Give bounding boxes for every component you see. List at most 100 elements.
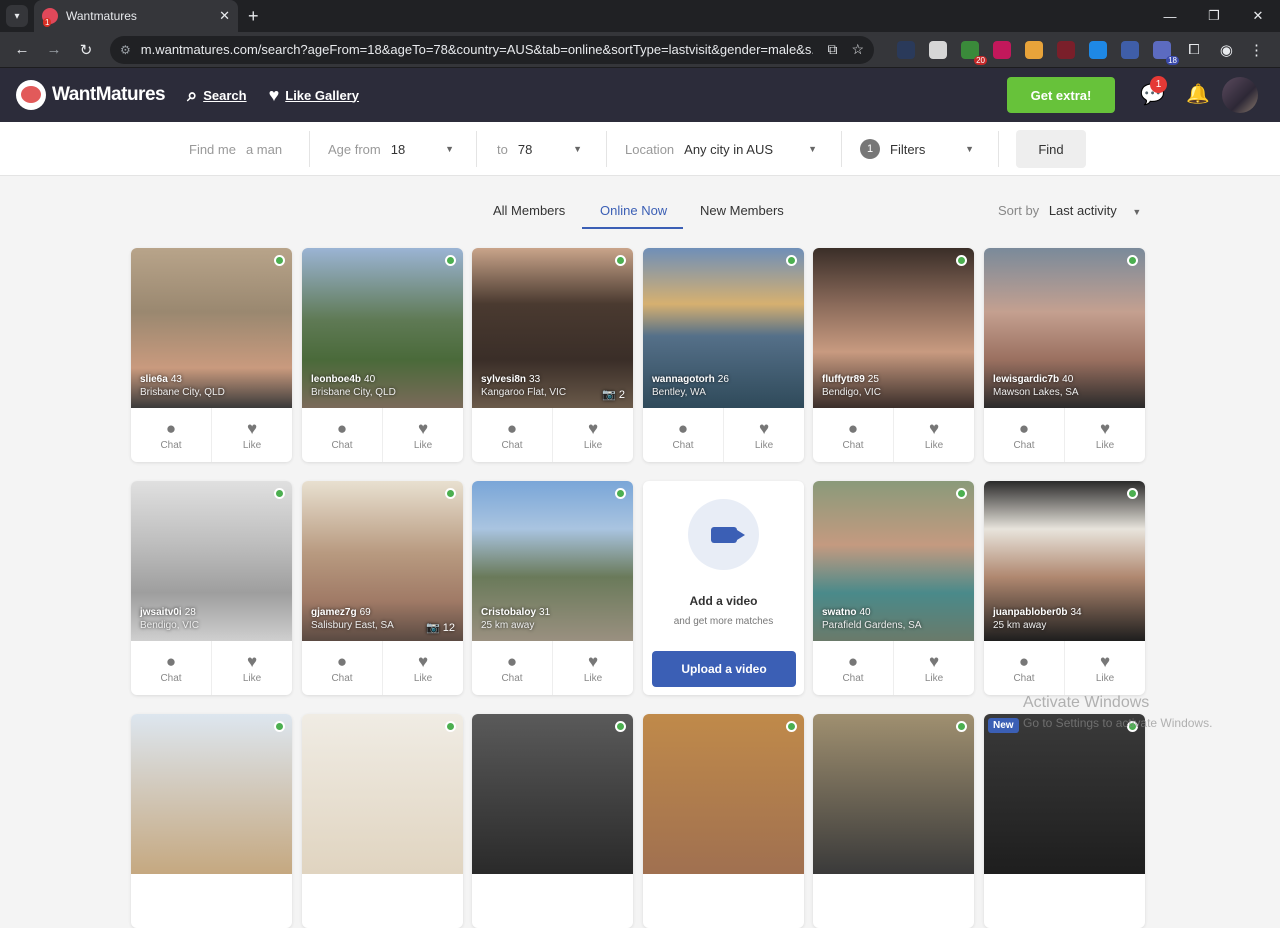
member-card[interactable] (131, 714, 292, 928)
member-photo[interactable]: sylvesi8n 33 Kangaroo Flat, VIC 📷 2 (472, 248, 633, 408)
forward-icon[interactable]: → (40, 36, 68, 64)
member-card[interactable]: jwsaitv0i 28 Bendigo, VIC ● Chat ♥ Like (131, 481, 292, 695)
browser-tab[interactable]: Wantmatures ✕ (34, 0, 238, 32)
member-card[interactable]: fluffytr89 25 Bendigo, VIC ● Chat ♥ Like (813, 248, 974, 462)
notifications-bell-icon[interactable]: 🔔 (1186, 82, 1210, 106)
search-icon[interactable]: ⌕ (187, 85, 197, 106)
back-icon[interactable]: ← (8, 36, 36, 64)
member-photo[interactable]: jwsaitv0i 28 Bendigo, VIC (131, 481, 292, 641)
like-button[interactable]: ♥ Like (893, 641, 974, 695)
member-photo[interactable]: slie6a 43 Brisbane City, QLD (131, 248, 292, 408)
extension-8-icon[interactable] (1121, 40, 1139, 59)
extension-5-icon[interactable] (1025, 40, 1043, 59)
tab-all-members[interactable]: All Members (493, 203, 565, 218)
member-card[interactable]: wannagotorh 26 Bentley, WA ● Chat ♥ Like (643, 248, 804, 462)
find-me-filter[interactable]: Find me a man (189, 122, 309, 176)
heart-icon[interactable]: ♥ (269, 85, 280, 106)
extension-9-icon[interactable]: 18 (1153, 40, 1179, 65)
like-button[interactable]: ♥ Like (382, 641, 463, 695)
like-button[interactable]: ♥ Like (552, 641, 633, 695)
tab-new-members[interactable]: New Members (700, 203, 784, 218)
like-button[interactable]: ♥ Like (723, 408, 804, 462)
like-button[interactable]: ♥ Like (1064, 641, 1145, 695)
extension-1-icon[interactable] (897, 40, 915, 59)
extensions-puzzle-icon[interactable]: ⧠ (1185, 41, 1203, 59)
member-name[interactable]: swatno 40 (822, 607, 871, 618)
member-name[interactable]: Cristobaloy 31 (481, 607, 550, 618)
chat-button[interactable]: ● Chat (472, 641, 552, 695)
member-card[interactable] (813, 714, 974, 928)
menu-kebab-icon[interactable]: ⋮ (1249, 41, 1264, 59)
member-photo[interactable]: wannagotorh 26 Bentley, WA (643, 248, 804, 408)
chat-button[interactable]: ● Chat (302, 641, 382, 695)
site-logo[interactable]: WantMatures (16, 80, 166, 110)
like-button[interactable]: ♥ Like (211, 408, 292, 462)
tab-online-now[interactable]: Online Now (600, 203, 667, 218)
bookmark-star-icon[interactable]: ☆ (851, 41, 864, 58)
nav-like-gallery-link[interactable]: Like Gallery (285, 88, 359, 103)
chat-button[interactable]: ● Chat (643, 408, 723, 462)
age-from-select[interactable]: Age from 18 ▼ (328, 122, 454, 176)
member-name[interactable]: fluffytr89 25 (822, 374, 879, 385)
chat-button[interactable]: ● Chat (131, 408, 211, 462)
member-card[interactable]: New (984, 714, 1145, 928)
member-photo[interactable]: juanpablober0b 34 25 km away (984, 481, 1145, 641)
extension-4-icon[interactable] (993, 40, 1011, 59)
nav-search-link[interactable]: Search (203, 88, 246, 103)
user-avatar[interactable] (1222, 77, 1258, 113)
get-extra-button[interactable]: Get extra! (1007, 77, 1115, 113)
new-tab-icon[interactable]: + (248, 6, 259, 27)
member-photo[interactable]: fluffytr89 25 Bendigo, VIC (813, 248, 974, 408)
member-card[interactable] (472, 714, 633, 928)
member-name[interactable]: gjamez7g 69 (311, 607, 371, 618)
minimize-icon[interactable]: — (1148, 0, 1192, 32)
chat-button[interactable]: ● Chat (813, 641, 893, 695)
member-photo[interactable] (813, 714, 974, 874)
member-card[interactable] (302, 714, 463, 928)
site-info-icon[interactable]: ⚙ (120, 43, 131, 57)
close-tab-icon[interactable]: ✕ (219, 8, 230, 24)
member-photo[interactable] (472, 714, 633, 874)
member-photo[interactable] (643, 714, 804, 874)
tab-search-button[interactable]: ▾ (6, 5, 28, 27)
extension-7-icon[interactable] (1089, 40, 1107, 59)
like-button[interactable]: ♥ Like (1064, 408, 1145, 462)
member-card[interactable]: lewisgardic7b 40 Mawson Lakes, SA ● Chat ♥ Lik… (984, 248, 1145, 462)
more-filters-select[interactable]: 1 Filters ▼ (860, 122, 974, 176)
member-name[interactable]: lewisgardic7b 40 (993, 374, 1073, 385)
member-photo[interactable] (131, 714, 292, 874)
like-button[interactable]: ♥ Like (382, 408, 463, 462)
member-name[interactable]: sylvesi8n 33 (481, 374, 540, 385)
member-photo[interactable]: swatno 40 Parafield Gardens, SA (813, 481, 974, 641)
member-name[interactable]: juanpablober0b 34 (993, 607, 1082, 618)
maximize-icon[interactable]: ❐ (1192, 0, 1236, 32)
member-photo[interactable]: lewisgardic7b 40 Mawson Lakes, SA (984, 248, 1145, 408)
like-button[interactable]: ♥ Like (893, 408, 974, 462)
extension-3-icon[interactable]: 20 (961, 40, 987, 65)
extension-2-icon[interactable] (929, 40, 947, 59)
reload-icon[interactable]: ↻ (72, 36, 100, 64)
window-close-icon[interactable]: ✕ (1236, 0, 1280, 32)
chat-button[interactable]: ● Chat (472, 408, 552, 462)
upload-video-button[interactable]: Upload a video (652, 651, 796, 687)
member-name[interactable]: jwsaitv0i 28 (140, 607, 196, 618)
member-name[interactable]: slie6a 43 (140, 374, 182, 385)
member-card[interactable]: slie6a 43 Brisbane City, QLD ● Chat ♥ Like (131, 248, 292, 462)
member-name[interactable]: wannagotorh 26 (652, 374, 729, 385)
chat-button[interactable]: ● Chat (131, 641, 211, 695)
profile-icon[interactable]: ◉ (1220, 41, 1233, 59)
sort-by-select[interactable]: Sort by Last activity ▼ (998, 203, 1141, 218)
chat-button[interactable]: ● Chat (984, 408, 1064, 462)
member-card[interactable]: gjamez7g 69 Salisbury East, SA 📷 12 ● Chat ♥ Li… (302, 481, 463, 695)
member-card[interactable]: sylvesi8n 33 Kangaroo Flat, VIC 📷 2 ● Chat ♥ Li… (472, 248, 633, 462)
address-bar[interactable]: ⚙ m.wantmatures.com/search?ageFrom=18&ag… (110, 35, 874, 64)
member-photo[interactable]: gjamez7g 69 Salisbury East, SA 📷 12 (302, 481, 463, 641)
chat-button[interactable]: ● Chat (302, 408, 382, 462)
extension-6-icon[interactable] (1057, 40, 1075, 59)
member-card[interactable]: leonboe4b 40 Brisbane City, QLD ● Chat ♥ Like (302, 248, 463, 462)
member-card[interactable]: juanpablober0b 34 25 km away ● Chat ♥ Like (984, 481, 1145, 695)
member-card[interactable]: swatno 40 Parafield Gardens, SA ● Chat ♥ Like (813, 481, 974, 695)
member-photo[interactable]: New (984, 714, 1145, 874)
member-photo[interactable]: leonboe4b 40 Brisbane City, QLD (302, 248, 463, 408)
member-name[interactable]: leonboe4b 40 (311, 374, 375, 385)
